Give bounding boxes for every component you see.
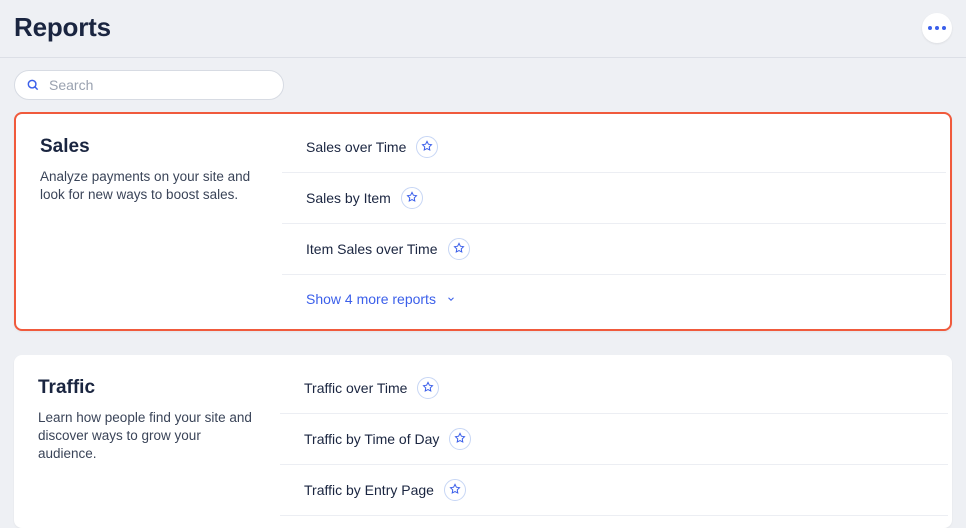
favorite-button[interactable] <box>401 187 423 209</box>
section-description: Analyze payments on your site and look f… <box>40 168 258 204</box>
star-icon <box>449 483 461 498</box>
section-description: Learn how people find your site and disc… <box>38 409 256 464</box>
report-row: Traffic over Time <box>280 377 948 414</box>
chevron-down-icon <box>446 294 456 304</box>
report-row: Traffic by Time of Day <box>280 414 948 465</box>
favorite-button[interactable] <box>448 238 470 260</box>
report-row: Sales over Time <box>282 136 946 173</box>
searchbar-container <box>0 58 966 112</box>
search-input[interactable] <box>14 70 284 100</box>
star-icon <box>453 242 465 257</box>
favorite-button[interactable] <box>449 428 471 450</box>
page-header: Reports <box>0 0 966 58</box>
star-icon <box>421 140 433 155</box>
section-traffic-header: Traffic Learn how people find your site … <box>14 377 280 516</box>
section-traffic-reports: Traffic over Time Traffic by Time of Day… <box>280 377 952 516</box>
report-sections: Sales Analyze payments on your site and … <box>0 112 966 528</box>
report-link-sales-over-time[interactable]: Sales over Time <box>306 139 406 155</box>
report-link-traffic-over-time[interactable]: Traffic over Time <box>304 380 407 396</box>
star-icon <box>422 381 434 396</box>
more-options-button[interactable] <box>922 13 952 43</box>
favorite-button[interactable] <box>417 377 439 399</box>
section-title: Traffic <box>38 377 256 399</box>
section-sales: Sales Analyze payments on your site and … <box>14 112 952 331</box>
page-title: Reports <box>14 12 111 43</box>
section-sales-header: Sales Analyze payments on your site and … <box>16 136 282 317</box>
more-horizontal-icon <box>928 26 946 30</box>
searchbar <box>14 70 284 100</box>
report-row: Item Sales over Time <box>282 224 946 275</box>
report-row: Sales by Item <box>282 173 946 224</box>
report-link-traffic-by-time-of-day[interactable]: Traffic by Time of Day <box>304 431 439 447</box>
report-link-sales-by-item[interactable]: Sales by Item <box>306 190 391 206</box>
section-sales-reports: Sales over Time Sales by Item Item Sales… <box>282 136 950 317</box>
search-icon <box>26 78 40 92</box>
star-icon <box>454 432 466 447</box>
star-icon <box>406 191 418 206</box>
report-row: Traffic by Entry Page <box>280 465 948 516</box>
show-more-label: Show 4 more reports <box>306 291 436 307</box>
section-traffic: Traffic Learn how people find your site … <box>14 355 952 528</box>
show-more-reports[interactable]: Show 4 more reports <box>282 275 946 317</box>
section-title: Sales <box>40 136 258 158</box>
report-link-item-sales-over-time[interactable]: Item Sales over Time <box>306 241 438 257</box>
favorite-button[interactable] <box>444 479 466 501</box>
favorite-button[interactable] <box>416 136 438 158</box>
report-link-traffic-by-entry-page[interactable]: Traffic by Entry Page <box>304 482 434 498</box>
